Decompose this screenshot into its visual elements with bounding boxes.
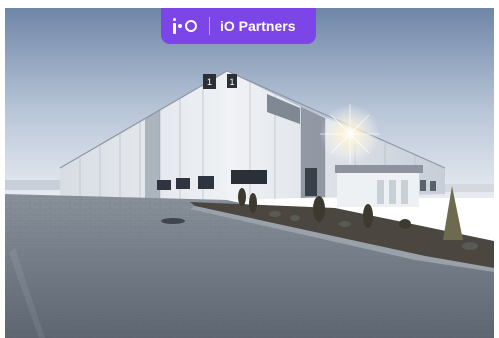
divider bbox=[209, 17, 210, 35]
building-number-sign: 1 bbox=[229, 77, 234, 87]
brand-name: iO Partners bbox=[220, 18, 296, 34]
brand-badge: iO Partners bbox=[161, 8, 316, 44]
building-number-sign: 1 bbox=[207, 77, 212, 87]
io-logo-icon bbox=[173, 17, 197, 34]
warehouse-photo: 1 1 bbox=[5, 8, 494, 338]
